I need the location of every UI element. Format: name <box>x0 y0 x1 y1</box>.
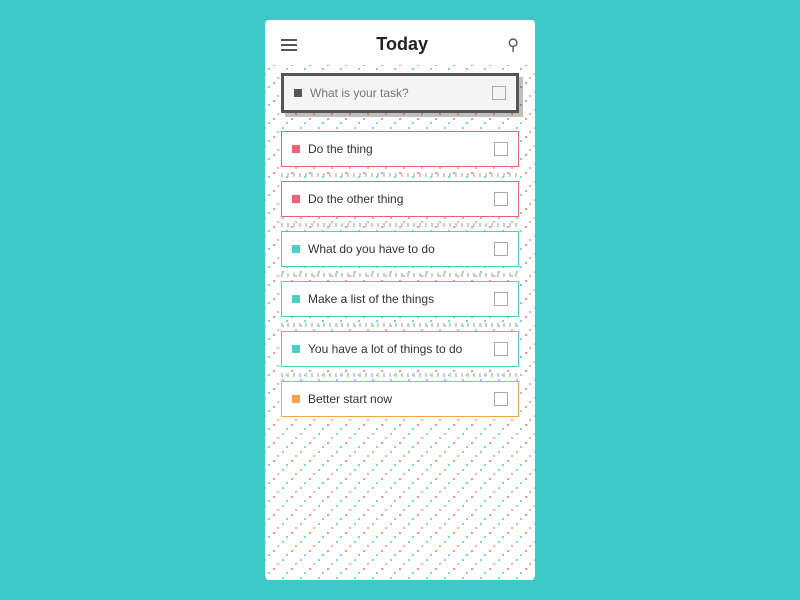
task-item: Do the thing <box>281 131 519 167</box>
menu-icon[interactable] <box>281 39 297 51</box>
task-checkbox[interactable] <box>494 242 508 256</box>
task-bullet <box>292 195 300 203</box>
task-checkbox[interactable] <box>494 392 508 406</box>
task-label: You have a lot of things to do <box>308 342 486 356</box>
task-item: Do the other thing <box>281 181 519 217</box>
task-label: Make a list of the things <box>308 292 486 306</box>
task-checkbox[interactable] <box>494 292 508 306</box>
task-checkbox[interactable] <box>494 192 508 206</box>
task-item: Better start now <box>281 381 519 417</box>
separator <box>281 373 519 377</box>
task-label: What do you have to do <box>308 242 486 256</box>
task-label: Do the thing <box>308 142 486 156</box>
phone-container: Today ⚲ Do the thing Do the other thing <box>265 20 535 580</box>
task-item: What do you have to do <box>281 231 519 267</box>
input-bullet <box>294 89 302 97</box>
task-label: Better start now <box>308 392 486 406</box>
task-checkbox[interactable] <box>494 342 508 356</box>
separator <box>281 173 519 177</box>
task-checkbox[interactable] <box>494 142 508 156</box>
separator <box>281 223 519 227</box>
task-bullet <box>292 145 300 153</box>
header: Today ⚲ <box>265 20 535 65</box>
input-checkbox[interactable] <box>492 86 506 100</box>
new-task-input[interactable] <box>310 86 484 100</box>
page-title: Today <box>376 34 428 55</box>
separator <box>281 273 519 277</box>
task-item: Make a list of the things <box>281 281 519 317</box>
task-bullet <box>292 295 300 303</box>
task-bullet <box>292 345 300 353</box>
content-area: Do the thing Do the other thing What do … <box>265 65 535 435</box>
separator <box>281 323 519 327</box>
new-task-input-row <box>284 76 516 110</box>
task-item: You have a lot of things to do <box>281 331 519 367</box>
task-label: Do the other thing <box>308 192 486 206</box>
search-icon[interactable]: ⚲ <box>507 35 519 55</box>
task-bullet <box>292 245 300 253</box>
task-bullet <box>292 395 300 403</box>
new-task-wrapper <box>281 73 519 113</box>
